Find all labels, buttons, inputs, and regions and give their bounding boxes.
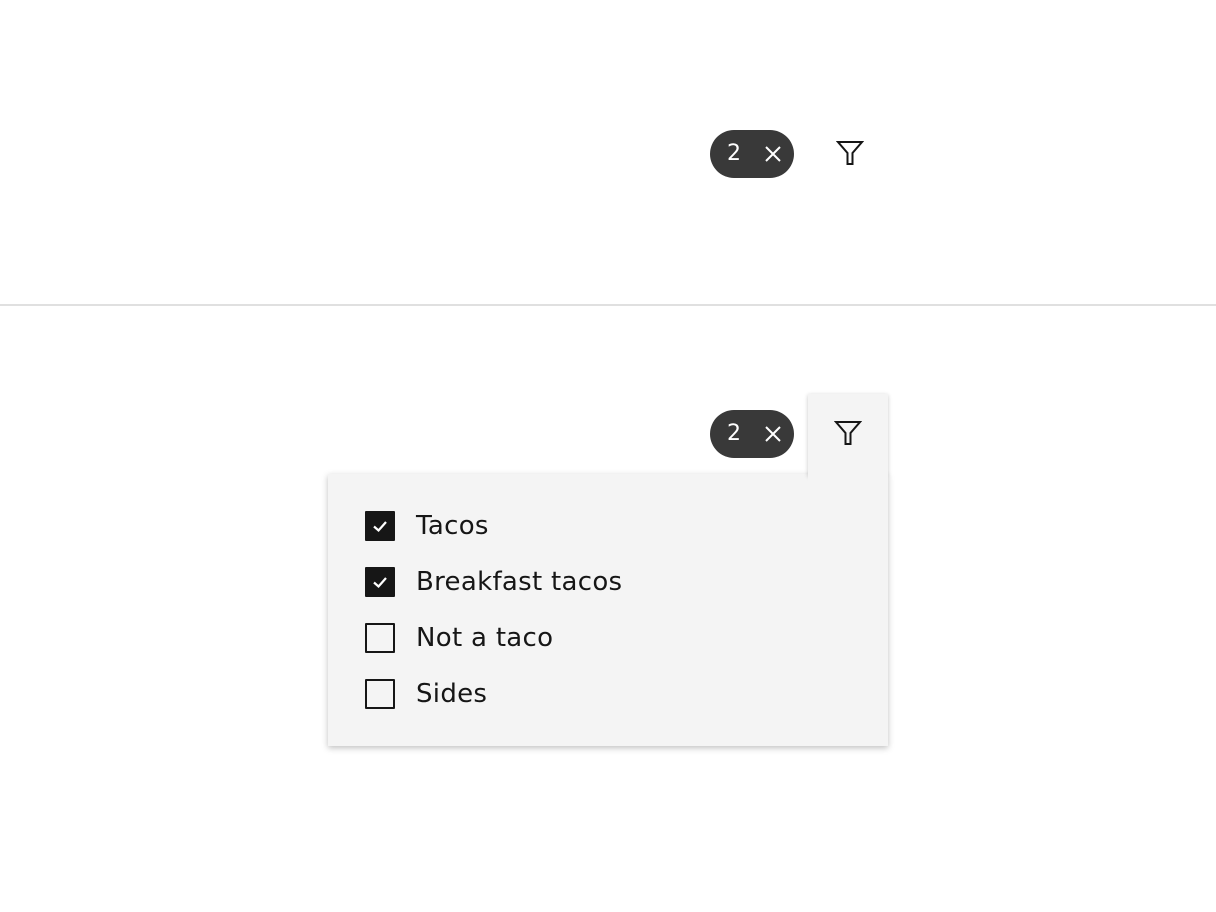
page: 2 2 Tacos Breakfast tacos Not a taco Sid… xyxy=(0,0,1216,912)
checkbox[interactable] xyxy=(365,679,395,709)
filter-option-label: Not a taco xyxy=(416,623,554,653)
filter-option-tacos[interactable]: Tacos xyxy=(365,510,888,542)
filter-button-open[interactable] xyxy=(808,394,888,484)
filter-count-tag: 2 xyxy=(710,410,794,458)
filter-option-breakfast-tacos[interactable]: Breakfast tacos xyxy=(365,566,888,598)
filter-count: 2 xyxy=(727,141,741,166)
filter-icon xyxy=(836,141,864,165)
checkbox[interactable] xyxy=(365,511,395,541)
checkbox[interactable] xyxy=(365,567,395,597)
filter-icon xyxy=(834,421,862,445)
checkmark-icon xyxy=(373,577,387,589)
filter-count-tag: 2 xyxy=(710,130,794,178)
clear-filters-button[interactable] xyxy=(761,422,785,446)
filter-flyout: Tacos Breakfast tacos Not a taco Sides xyxy=(328,474,888,746)
filter-option-label: Sides xyxy=(416,679,488,709)
close-icon xyxy=(765,146,781,162)
checkbox[interactable] xyxy=(365,623,395,653)
filter-option-label: Tacos xyxy=(416,511,489,541)
section-divider xyxy=(0,304,1216,306)
checkmark-icon xyxy=(373,521,387,533)
filter-count: 2 xyxy=(727,421,741,446)
filter-option-not-a-taco[interactable]: Not a taco xyxy=(365,622,888,654)
filter-option-sides[interactable]: Sides xyxy=(365,678,888,710)
filter-button[interactable] xyxy=(826,130,874,176)
close-icon xyxy=(765,426,781,442)
filter-option-label: Breakfast tacos xyxy=(416,567,623,597)
clear-filters-button[interactable] xyxy=(761,142,785,166)
